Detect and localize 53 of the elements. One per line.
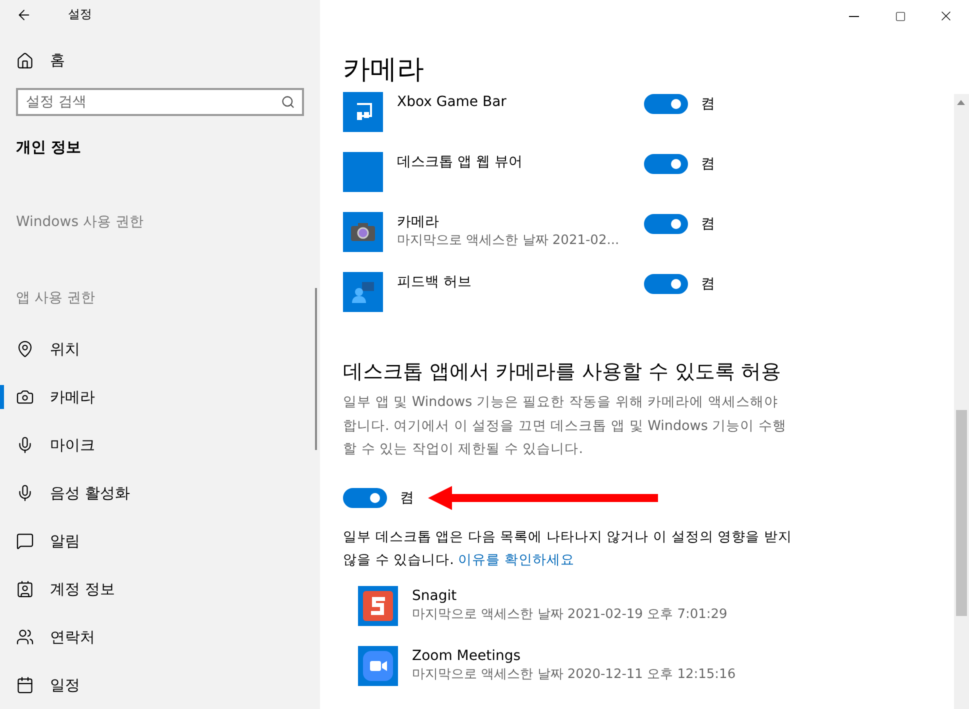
contact-card-icon xyxy=(16,580,34,598)
toggle-label: 켬 xyxy=(701,95,715,113)
app-icon xyxy=(343,152,383,192)
toggle-switch[interactable] xyxy=(343,488,387,508)
sidebar-item[interactable]: 일정 xyxy=(0,661,320,709)
app-detail: 마지막으로 액세스한 날짜 2020-12-11 오후 12:15:16 xyxy=(412,666,737,684)
calendar-icon xyxy=(16,676,34,694)
group-label: Windows 사용 권한 xyxy=(15,213,144,231)
sidebar-item[interactable]: 음성 활성화 xyxy=(0,469,320,517)
home-icon xyxy=(16,52,34,70)
people-icon xyxy=(16,628,34,646)
toggle-switch[interactable] xyxy=(644,154,688,174)
section-heading: 데스크톱 앱에서 카메라를 사용할 수 있도록 허용 xyxy=(343,358,782,385)
group-label: 앱 사용 권한 xyxy=(15,289,96,307)
toggle-switch[interactable] xyxy=(644,274,688,294)
toggle-label: 켬 xyxy=(701,215,715,233)
microphone-icon xyxy=(16,484,34,502)
camera-icon xyxy=(350,222,376,242)
toggle-switch[interactable] xyxy=(644,214,688,234)
app-name: Snagit xyxy=(412,586,458,606)
sidebar-item[interactable]: 마이크 xyxy=(0,421,320,469)
scrollbar[interactable] xyxy=(954,94,969,709)
maximize-icon xyxy=(894,10,906,22)
app-name: Zoom Meetings xyxy=(412,646,522,666)
app-name: Xbox Game Bar xyxy=(397,93,508,112)
person-chat-icon xyxy=(350,279,376,305)
toggle-label: 켬 xyxy=(400,488,414,506)
camera-icon xyxy=(16,388,34,406)
sidebar-item[interactable]: 계정 정보 xyxy=(0,565,320,613)
section-title: 개인 정보 xyxy=(15,137,82,157)
map-pin-icon xyxy=(16,340,34,358)
section-description: 일부 앱 및 Windows 기능은 필요한 작동을 위해 카메라에 액세스해야 합니다. 여기에서 이 설정을 끄면 데스크톱 앱 및 Windows 기능이 수행할 수 있는 작업이 제한될 수 있습니다. xyxy=(343,393,788,459)
microphone-icon xyxy=(16,436,34,454)
note-text: 일부 데스크톱 앱은 다음 목록에 나타나지 않거나 이 설정의 영향을 받지 않을 수 있습니다. 이유를 확인하세요 xyxy=(343,528,793,570)
app-name: 피드백 허브 xyxy=(397,273,472,292)
window-title: 설정 xyxy=(68,6,92,24)
toggle-switch[interactable] xyxy=(644,94,688,114)
home-link[interactable]: 홈 xyxy=(50,51,65,70)
sidebar-item[interactable]: 알림 xyxy=(0,517,320,565)
page-title: 카메라 xyxy=(343,53,425,87)
sidebar-item[interactable]: 카메라 xyxy=(0,373,320,421)
sidebar-item[interactable]: 위치 xyxy=(0,325,320,373)
app-detail: 마지막으로 액세스한 날짜 2021-02... xyxy=(397,232,620,250)
app-name: 카메라 xyxy=(397,213,440,232)
search-icon xyxy=(281,95,295,109)
toggle-label: 켬 xyxy=(701,275,715,293)
app-name: 데스크톱 앱 웹 뷰어 xyxy=(397,153,524,172)
sidebar-item[interactable]: 연락처 xyxy=(0,613,320,661)
speech-bubble-icon xyxy=(16,532,34,550)
app-detail: 마지막으로 액세스한 날짜 2021-02-19 오후 7:01:29 xyxy=(412,606,728,624)
learn-why-link[interactable]: 이유를 확인하세요 xyxy=(458,552,574,568)
toggle-label: 켬 xyxy=(701,155,715,173)
search-field[interactable]: 설정 검색 xyxy=(16,88,304,116)
